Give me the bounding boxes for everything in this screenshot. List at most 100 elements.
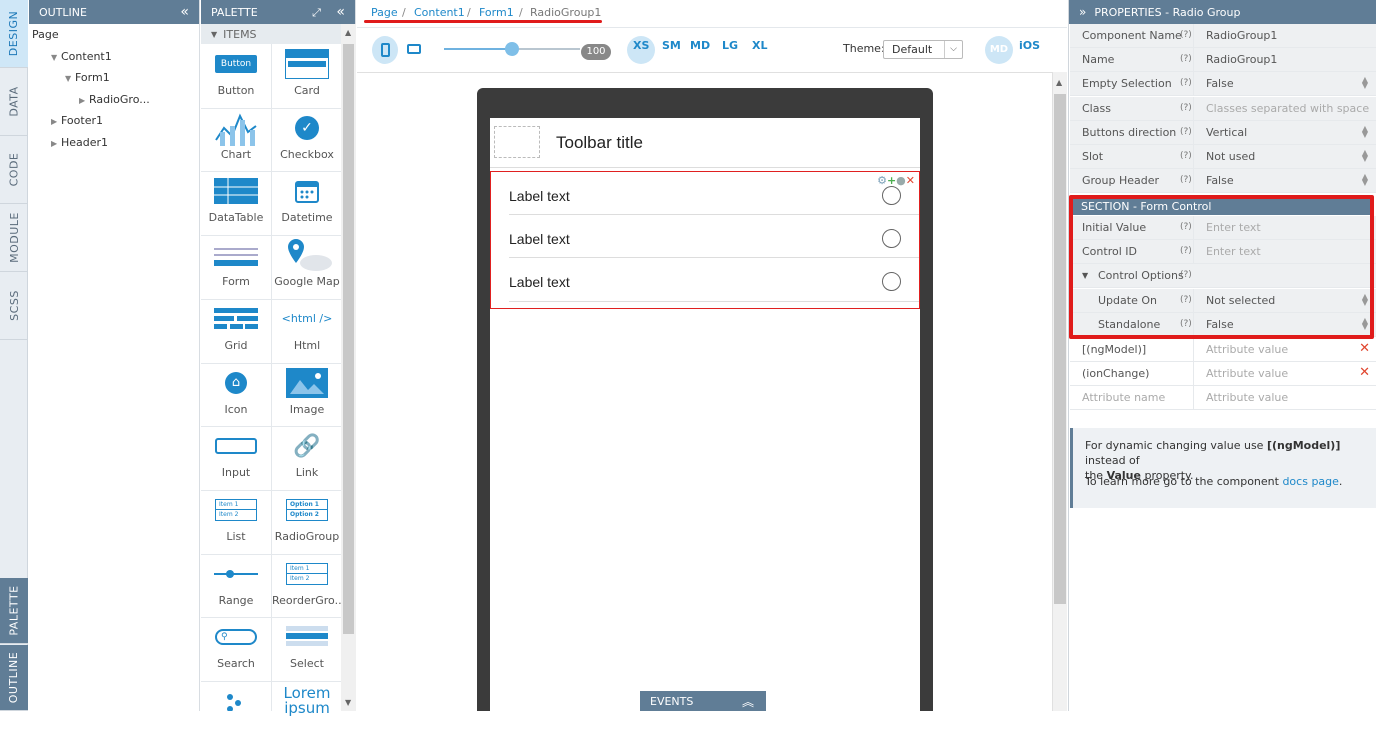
property-value[interactable]: False xyxy=(1206,77,1234,90)
property-row[interactable]: Slot (?) Not used ▲ ▼ xyxy=(1070,145,1376,169)
expand-icon[interactable]: ⤢ xyxy=(312,6,321,19)
tree-item-header1[interactable]: ▶ Header1 xyxy=(51,136,108,149)
zoom-slider-handle[interactable] xyxy=(505,42,519,56)
size-xl[interactable]: XL xyxy=(752,39,768,52)
property-row[interactable]: Class (?) Classes separated with space xyxy=(1070,96,1376,121)
attribute-row[interactable]: [(ngModel)] Attribute value ✕ xyxy=(1070,338,1376,362)
help-icon[interactable]: (?) xyxy=(1180,103,1192,113)
tree-item-page[interactable]: Page xyxy=(32,28,59,41)
updown-icon[interactable]: ▲ ▼ xyxy=(1362,124,1368,138)
collapse-left-icon[interactable]: « xyxy=(336,4,345,20)
property-row[interactable]: Empty Selection (?) False ▲ ▼ xyxy=(1070,72,1376,97)
scroll-down-icon[interactable]: ▼ xyxy=(345,698,351,707)
caret-down-icon[interactable]: ▼ xyxy=(65,74,75,83)
palette-item-select[interactable]: Select xyxy=(272,617,342,681)
docs-link[interactable]: docs page xyxy=(1282,475,1338,488)
scroll-thumb[interactable] xyxy=(343,44,354,634)
theme-select[interactable]: Default ⌵ xyxy=(883,40,963,59)
caret-right-icon[interactable]: ▶ xyxy=(51,139,61,148)
palette-item-link[interactable]: 🔗 Link xyxy=(272,426,342,490)
palette-item-radiogroup[interactable]: Option 1 Option 2 RadioGroup xyxy=(272,490,342,554)
palette-scrollbar[interactable]: ▲ ▼ xyxy=(341,24,356,711)
updown-icon[interactable]: ▲ ▼ xyxy=(1362,149,1368,163)
tab-data[interactable]: DATA xyxy=(0,68,28,136)
palette-item-card[interactable]: Card xyxy=(272,44,342,108)
radio-item[interactable]: Label text xyxy=(491,172,919,215)
radio-item[interactable]: Label text xyxy=(491,258,919,302)
palette-item-list[interactable]: Item 1 Item 2 List xyxy=(201,490,271,554)
palette-item-reordergroup[interactable]: Item 1 Item 2 ReorderGro... xyxy=(272,554,345,618)
palette-item-datatable[interactable]: DataTable xyxy=(201,171,271,235)
radio-circle[interactable] xyxy=(882,186,901,205)
collapse-right-icon[interactable]: » xyxy=(1079,5,1086,19)
property-placeholder[interactable]: Classes separated with space xyxy=(1206,102,1369,115)
updown-icon[interactable]: ▲ ▼ xyxy=(1362,76,1368,90)
new-attribute-row[interactable]: Attribute name Attribute value xyxy=(1070,386,1376,410)
attribute-key[interactable]: [(ngModel)] xyxy=(1082,343,1146,356)
mode-md[interactable]: MD xyxy=(985,36,1013,64)
tab-scss[interactable]: SCSS xyxy=(0,272,28,340)
tab-code[interactable]: CODE xyxy=(0,136,28,204)
help-icon[interactable]: (?) xyxy=(1180,127,1192,137)
property-value[interactable]: RadioGroup1 xyxy=(1206,53,1277,66)
tree-item-form1[interactable]: ▼ Form1 xyxy=(65,71,110,84)
help-icon[interactable]: (?) xyxy=(1180,30,1192,40)
property-row[interactable]: Name (?) RadioGroup1 xyxy=(1070,48,1376,73)
help-icon[interactable]: (?) xyxy=(1180,78,1192,88)
remove-icon[interactable]: ✕ xyxy=(1359,341,1370,356)
palette-item-button[interactable]: Button Button xyxy=(201,44,271,108)
property-value[interactable]: False xyxy=(1206,174,1234,187)
breadcrumb-content1[interactable]: Content1 xyxy=(414,6,465,19)
help-icon[interactable]: (?) xyxy=(1180,54,1192,64)
size-sm[interactable]: SM xyxy=(662,39,681,52)
palette-item-icon[interactable]: ⌂ Icon xyxy=(201,363,271,427)
breadcrumb-form1[interactable]: Form1 xyxy=(479,6,514,19)
palette-item-html[interactable]: <html /> Html xyxy=(272,299,342,363)
ion-toolbar[interactable]: Toolbar title xyxy=(490,118,920,168)
collapse-left-icon[interactable]: « xyxy=(180,4,189,20)
phone-landscape-icon[interactable] xyxy=(407,44,421,54)
palette-item-misc[interactable] xyxy=(201,681,271,745)
caret-right-icon[interactable]: ▶ xyxy=(51,117,61,126)
size-lg[interactable]: LG xyxy=(722,39,738,52)
property-row[interactable]: Buttons direction (?) Vertical ▲ ▼ xyxy=(1070,120,1376,145)
help-icon[interactable]: (?) xyxy=(1180,151,1192,161)
size-xs[interactable]: XS xyxy=(633,39,649,52)
property-value[interactable]: Not used xyxy=(1206,150,1255,163)
palette-item-image[interactable]: Image xyxy=(272,363,342,427)
palette-item-form[interactable]: Form xyxy=(201,235,271,299)
tree-item-content1[interactable]: ▼ Content1 xyxy=(51,50,112,63)
mode-ios[interactable]: iOS xyxy=(1019,39,1040,52)
palette-item-checkbox[interactable]: ✓ Checkbox xyxy=(272,108,342,172)
property-row[interactable]: Group Header (?) False ▲ ▼ xyxy=(1070,169,1376,194)
palette-item-grid[interactable]: Grid xyxy=(201,299,271,363)
radio-item[interactable]: Label text xyxy=(491,215,919,258)
property-value[interactable]: Vertical xyxy=(1206,126,1247,139)
property-row[interactable]: Component Name (?) RadioGroup1 xyxy=(1070,24,1376,48)
radio-circle[interactable] xyxy=(882,229,901,248)
tab-outline[interactable]: OUTLINE xyxy=(0,645,28,711)
palette-item-datetime[interactable]: Datetime xyxy=(272,171,342,235)
attribute-name-input[interactable]: Attribute name xyxy=(1082,391,1165,404)
canvas-scrollbar[interactable]: ▲ xyxy=(1052,72,1067,711)
events-panel-toggle[interactable]: EVENTS ︽ xyxy=(640,691,766,711)
property-value[interactable]: RadioGroup1 xyxy=(1206,29,1277,42)
updown-icon[interactable]: ▲ ▼ xyxy=(1362,173,1368,187)
palette-section-items[interactable]: ▼ ITEMS xyxy=(201,24,355,44)
attribute-value-input[interactable]: Attribute value xyxy=(1206,343,1288,356)
attribute-value-input[interactable]: Attribute value xyxy=(1206,391,1288,404)
radio-circle[interactable] xyxy=(882,272,901,291)
palette-item-chart[interactable]: Chart xyxy=(201,108,271,172)
tab-palette[interactable]: PALETTE xyxy=(0,578,28,644)
scroll-up-icon[interactable]: ▲ xyxy=(1056,78,1062,87)
breadcrumb-page[interactable]: Page xyxy=(371,6,398,19)
tab-design[interactable]: DESIGN xyxy=(0,0,28,68)
palette-item-search[interactable]: ⚲ Search xyxy=(201,617,271,681)
attribute-value-input[interactable]: Attribute value xyxy=(1206,367,1288,380)
tree-item-radiogroup[interactable]: ▶ RadioGro... xyxy=(79,93,150,106)
palette-item-lorem[interactable]: Lorem ipsum xyxy=(272,681,342,745)
scroll-thumb[interactable] xyxy=(1054,94,1066,604)
remove-icon[interactable]: ✕ xyxy=(1359,365,1370,380)
palette-item-input[interactable]: Input xyxy=(201,426,271,490)
attribute-key[interactable]: (ionChange) xyxy=(1082,367,1149,380)
